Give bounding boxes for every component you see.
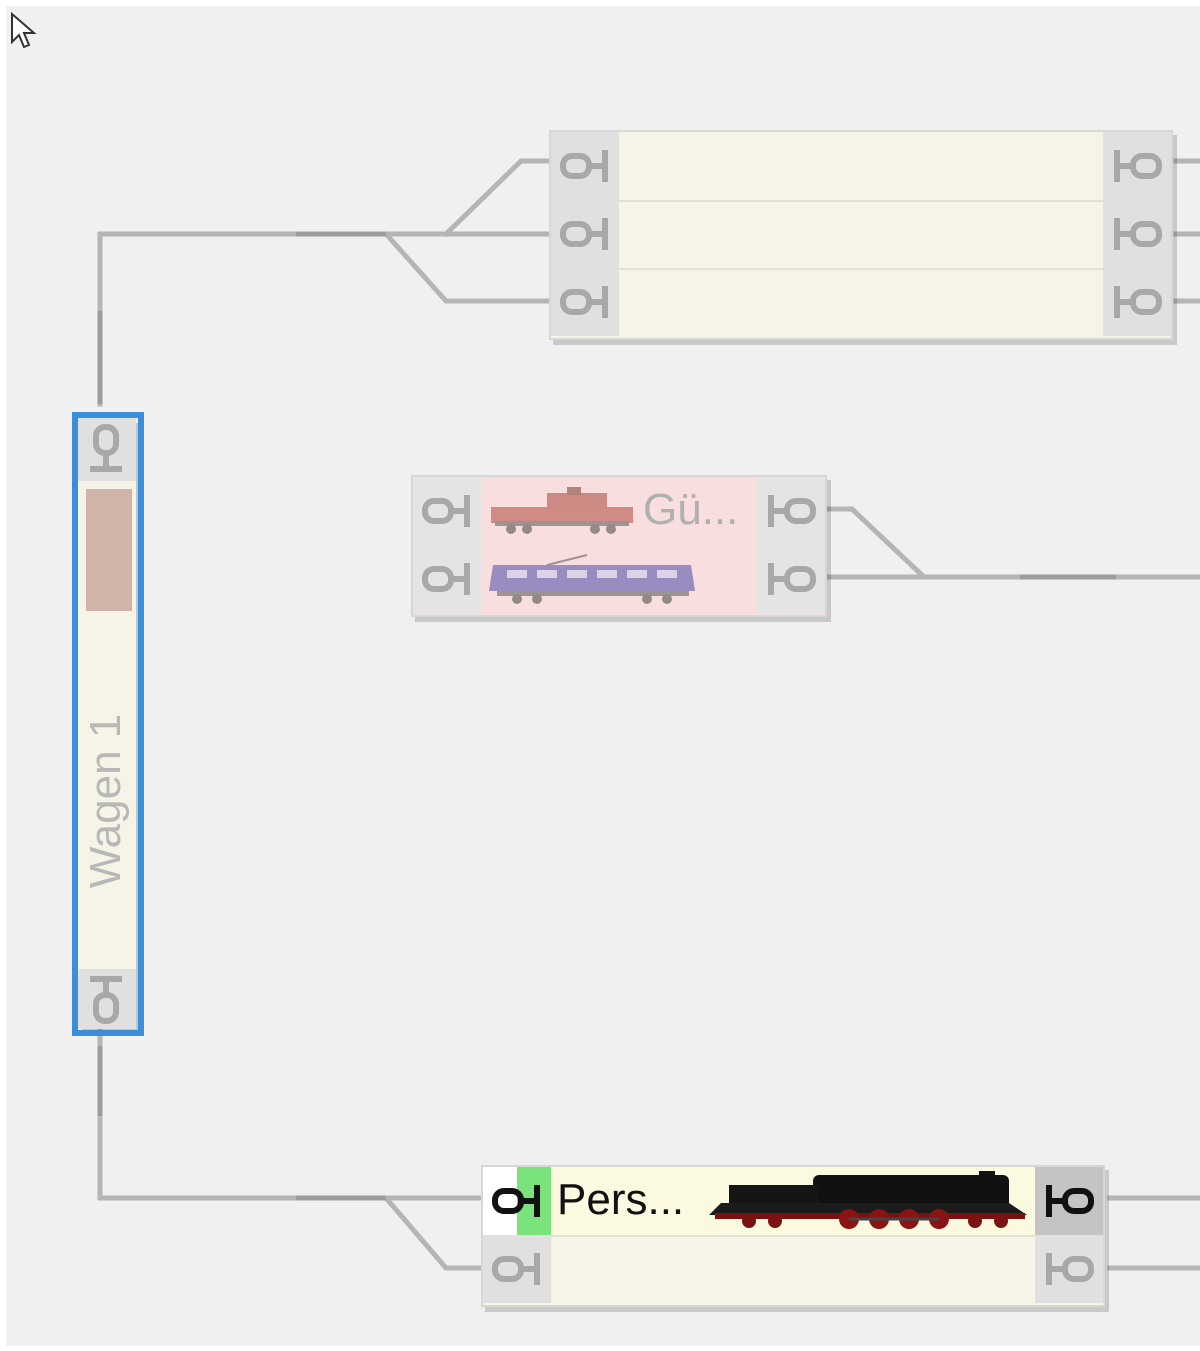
block-label: Wagen 1 (81, 713, 130, 889)
track-row[interactable] (551, 268, 1171, 336)
steam-locomotive-icon (709, 1171, 1027, 1229)
coupler-right-icon[interactable] (1103, 268, 1171, 336)
coupler-right-icon[interactable] (757, 477, 825, 545)
coupler-right-icon[interactable] (1035, 1235, 1103, 1303)
block-label: Pers... (557, 1175, 685, 1224)
coupler-left-icon[interactable] (551, 268, 619, 336)
blue-electric-locomotive-icon (489, 554, 695, 604)
coupler-right-icon[interactable] (1035, 1167, 1103, 1235)
track-row[interactable] (551, 200, 1171, 270)
coupler-left-icon[interactable] (483, 1235, 551, 1303)
coupler-left-icon[interactable] (413, 477, 481, 545)
track-block-top[interactable] (549, 130, 1173, 340)
coupler-right-icon[interactable] (757, 545, 825, 613)
track-row[interactable] (413, 545, 825, 613)
coupler-left-icon[interactable] (413, 545, 481, 613)
coupler-left-icon[interactable] (483, 1167, 551, 1235)
coupler-right-icon[interactable] (1103, 132, 1171, 200)
coupler-left-icon[interactable] (551, 200, 619, 268)
mouse-cursor-icon (11, 12, 37, 49)
track-row[interactable] (551, 132, 1171, 202)
track-block-middle[interactable]: Gü... (411, 475, 827, 617)
track-row[interactable]: Pers... (483, 1167, 1103, 1237)
track-block-bottom[interactable]: Pers... (481, 1165, 1105, 1307)
red-diesel-locomotive-icon (491, 487, 633, 534)
block-label: Gü... (643, 485, 739, 534)
coupler-left-icon[interactable] (551, 132, 619, 200)
coupler-right-icon[interactable] (1103, 200, 1171, 268)
layout-canvas[interactable]: Gü... Pers... Wagen 1 (6, 6, 1200, 1346)
track-row[interactable]: Gü... (413, 477, 825, 547)
track-row[interactable] (483, 1235, 1103, 1303)
